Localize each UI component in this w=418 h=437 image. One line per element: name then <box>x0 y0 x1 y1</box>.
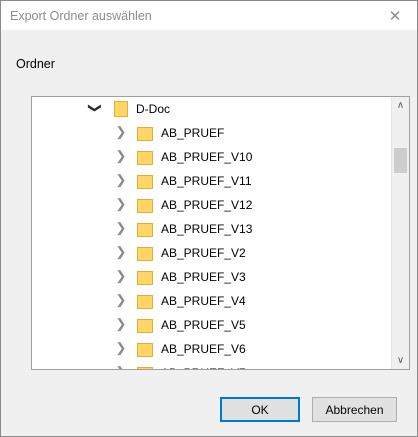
folder-icon <box>137 172 153 189</box>
tree-row[interactable]: ❯ AB_PRUEF_V5 <box>32 313 391 337</box>
tree-row-label: AB_PRUEF_V6 <box>161 342 246 356</box>
chevron-right-icon[interactable]: ❯ <box>115 221 127 235</box>
scroll-down-button[interactable]: ∨ <box>392 352 409 369</box>
chevron-right-icon[interactable]: ❯ <box>115 269 127 283</box>
chevron-right-icon[interactable]: ❯ <box>115 197 127 211</box>
tree-row[interactable]: ❯ AB_PRUEF_V4 <box>32 289 391 313</box>
tree-row[interactable]: ❯ AB_PRUEF_V6 <box>32 337 391 361</box>
tree-row-label: D-Doc <box>136 102 171 116</box>
folder-icon <box>137 196 153 213</box>
folder-icon <box>137 148 153 165</box>
tree-row[interactable]: ❯ AB_PRUEF_V10 <box>32 145 391 169</box>
dialog-title: Export Ordner auswählen <box>10 9 152 23</box>
chevron-right-icon[interactable]: ❯ <box>115 149 127 163</box>
folder-icon <box>114 100 130 117</box>
chevron-right-icon[interactable]: ❯ <box>115 293 127 307</box>
tree-row[interactable]: ❯ AB_PRUEF_V11 <box>32 169 391 193</box>
chevron-down-icon[interactable]: ❯ <box>88 102 103 114</box>
folder-label: Ordner <box>16 57 55 71</box>
tree-row[interactable]: ❯ AB_PRUEF_V2 <box>32 241 391 265</box>
tree-row[interactable]: ❯ AB_PRUEF_V7 <box>32 361 391 370</box>
title-bar: Export Ordner auswählen ✕ <box>1 1 417 30</box>
ok-button[interactable]: OK <box>220 397 300 422</box>
chevron-right-icon[interactable]: ❯ <box>115 125 127 139</box>
chevron-right-icon[interactable]: ❯ <box>115 245 127 259</box>
chevron-right-icon[interactable]: ❯ <box>115 173 127 187</box>
close-button[interactable]: ✕ <box>373 1 417 30</box>
folder-icon <box>137 340 153 357</box>
folder-tree[interactable]: ❯ D-Doc ❯ AB_PRUEF ❯ AB_PRUEF_V10 ❯ AB_PRUEF_… <box>31 96 410 370</box>
folder-icon <box>137 268 153 285</box>
tree-row-label: AB_PRUEF_V10 <box>161 150 253 164</box>
scrollbar-thumb[interactable] <box>394 148 407 173</box>
chevron-right-icon[interactable]: ❯ <box>115 341 127 355</box>
tree-row-label: AB_PRUEF <box>161 126 225 140</box>
tree-row-label: AB_PRUEF_V3 <box>161 270 246 284</box>
tree-row-label: AB_PRUEF_V13 <box>161 222 253 236</box>
tree-row[interactable]: ❯ AB_PRUEF_V12 <box>32 193 391 217</box>
tree-row-label: AB_PRUEF_V11 <box>161 174 252 188</box>
vertical-scrollbar[interactable]: ∧ ∨ <box>391 97 409 369</box>
tree-row-label: AB_PRUEF_V7 <box>161 366 246 369</box>
tree-row[interactable]: ❯ AB_PRUEF_V13 <box>32 217 391 241</box>
chevron-down-icon: ∨ <box>396 355 405 366</box>
tree-row-label: AB_PRUEF_V4 <box>161 294 246 308</box>
scroll-up-button[interactable]: ∧ <box>392 97 409 114</box>
tree-row-label: AB_PRUEF_V5 <box>161 318 246 332</box>
export-folder-dialog: Export Ordner auswählen ✕ Ordner ❯ D-Doc… <box>0 0 418 437</box>
chevron-up-icon: ∧ <box>396 100 405 111</box>
folder-icon <box>137 244 153 261</box>
tree-row-label: AB_PRUEF_V2 <box>161 246 246 260</box>
tree-row-root[interactable]: ❯ D-Doc <box>32 97 391 121</box>
cancel-button[interactable]: Abbrechen <box>312 397 397 422</box>
folder-icon <box>137 220 153 237</box>
folder-icon <box>137 316 153 333</box>
folder-icon <box>137 124 153 141</box>
chevron-right-icon[interactable]: ❯ <box>115 317 127 331</box>
folder-icon <box>137 364 153 369</box>
close-icon: ✕ <box>388 7 402 25</box>
tree-row-label: AB_PRUEF_V12 <box>161 198 253 212</box>
tree-row[interactable]: ❯ AB_PRUEF <box>32 121 391 145</box>
tree-row[interactable]: ❯ AB_PRUEF_V3 <box>32 265 391 289</box>
folder-tree-rows: ❯ D-Doc ❯ AB_PRUEF ❯ AB_PRUEF_V10 ❯ AB_PRUEF_… <box>32 97 391 369</box>
chevron-right-icon[interactable]: ❯ <box>115 365 127 370</box>
folder-icon <box>137 292 153 309</box>
